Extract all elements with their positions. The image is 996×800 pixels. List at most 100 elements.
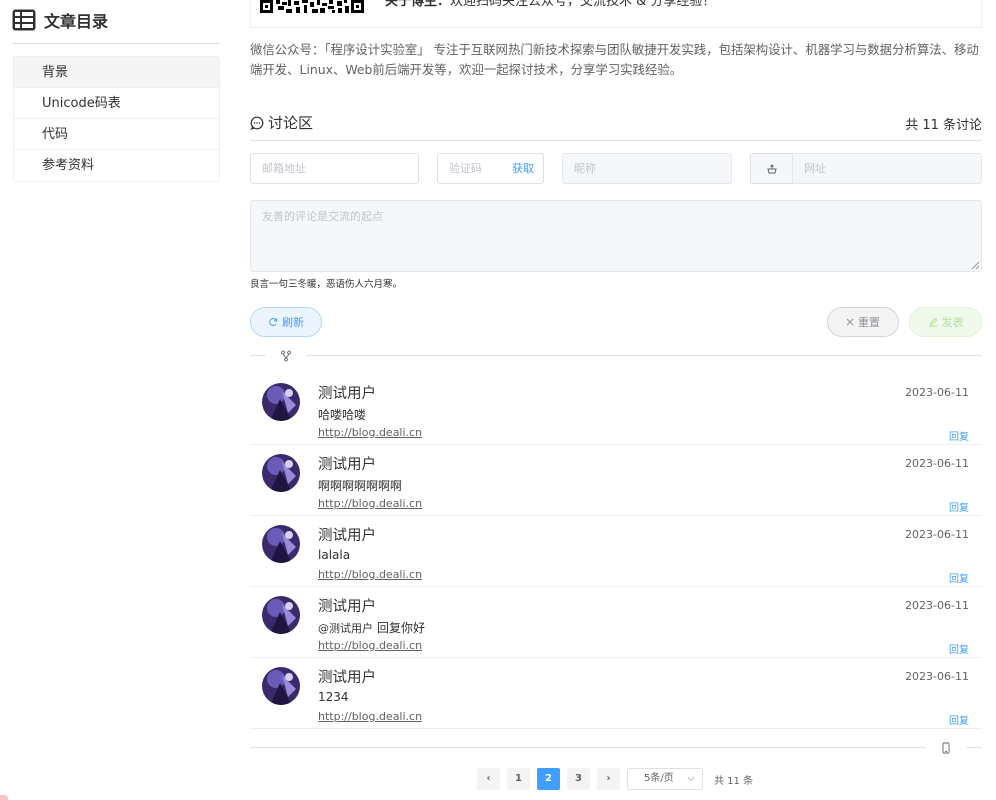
home-page-icon (766, 163, 777, 173)
next-page-button[interactable]: › (597, 768, 620, 790)
toc-item-background[interactable]: 背景 (14, 57, 219, 88)
edit-icon (928, 317, 937, 327)
pagination-divider-left (250, 747, 926, 748)
pagination-total: 共 11 条 (714, 775, 754, 787)
comment-text: 1234 (318, 690, 349, 704)
comment-author: 测试用户 (318, 528, 376, 544)
comment-content: 1234 (318, 690, 349, 704)
comment-author: 测试用户 (318, 386, 376, 402)
post-label: 发表 (941, 316, 964, 329)
comment-icon (250, 116, 264, 130)
toc-item-references[interactable]: 参考资料 (14, 150, 219, 181)
comment-content: 啊啊啊啊啊啊啊 (318, 479, 403, 493)
refresh-icon (269, 317, 277, 326)
avatar (262, 383, 300, 421)
comment-text: @测试用户 回复你好 (318, 619, 425, 636)
about-author-box: 关于博主：欢迎扫码关注公众号，交流技术 & 分享经验！ (250, 0, 982, 28)
about-author-label: 关于博主： (385, 0, 451, 9)
avatar (262, 596, 300, 634)
refresh-button[interactable]: 刷新 (250, 307, 322, 337)
corner-badge (0, 795, 8, 800)
email-placeholder: 邮箱地址 (262, 162, 306, 175)
pagination: ‹ 1 2 3 › 5条/页 共 11 条 (477, 768, 753, 790)
toc-item-unicode-table[interactable]: Unicode码表 (14, 88, 219, 119)
refresh-label: 刷新 (282, 316, 304, 329)
about-author-text: 关于博主：欢迎扫码关注公众号，交流技术 & 分享经验！ (385, 0, 715, 12)
avatar-image (262, 383, 300, 421)
toc-item-code[interactable]: 代码 (14, 119, 219, 150)
reply-button[interactable]: 回复 (949, 428, 969, 443)
comment-content: lalala (318, 548, 351, 562)
avatar-image (262, 667, 300, 705)
comment-item: 测试用户 2023-06-11 啊啊啊啊啊啊啊 http://blog.deal… (250, 445, 982, 516)
reply-button[interactable]: 回复 (949, 712, 969, 727)
page-button-3[interactable]: 3 (567, 768, 590, 790)
reply-button[interactable]: 回复 (949, 499, 969, 514)
discussion-title: 讨论区 (250, 112, 313, 133)
avatar-image (262, 525, 300, 563)
about-author-message: 欢迎扫码关注公众号，交流技术 & 分享经验！ (450, 0, 716, 9)
comment-author-link[interactable]: http://blog.deali.cn (318, 497, 422, 510)
page-size-select[interactable]: 5条/页 (627, 768, 703, 790)
comment-author: 测试用户 (318, 457, 376, 473)
comment-author: 测试用户 (318, 599, 376, 615)
toc-header: 文章目录 (12, 8, 108, 32)
comment-author-link[interactable]: http://blog.deali.cn (318, 568, 422, 581)
discussion-header: 讨论区 共 11 条讨论 (250, 112, 982, 141)
comment-content: 哈喽哈喽 (318, 408, 367, 422)
comments-divider-right (306, 355, 982, 356)
discussion-count: 共 11 条讨论 (905, 118, 982, 133)
comment-author-link[interactable]: http://blog.deali.cn (318, 710, 422, 723)
get-code-button[interactable]: 获取 (512, 154, 534, 183)
comment-author: 测试用户 (318, 670, 376, 686)
toc-title: 文章目录 (44, 12, 109, 31)
comment-author-link[interactable]: http://blog.deali.cn (318, 426, 422, 439)
website-input[interactable]: 网址 (792, 153, 982, 184)
page-button-2[interactable]: 2 (537, 768, 560, 790)
resize-handle-icon[interactable] (971, 261, 979, 269)
url-prefix (750, 153, 792, 184)
comment-date: 2023-06-11 (905, 457, 969, 470)
page-size-value: 5条/页 (644, 773, 674, 784)
prev-page-button[interactable]: ‹ (477, 768, 500, 790)
page-button-1[interactable]: 1 (507, 768, 530, 790)
comment-tip: 良言一句三冬暖，恶语伤人六月寒。 (250, 279, 403, 290)
avatar (262, 525, 300, 563)
comment-author-link[interactable]: http://blog.deali.cn (318, 639, 422, 652)
table-list-icon (12, 9, 36, 31)
comment-textarea[interactable]: 友善的评论是交流的起点 (250, 200, 982, 272)
avatar-image (262, 454, 300, 492)
mobile-icon (942, 742, 950, 754)
comments-divider-left (250, 355, 266, 356)
toc-divider (12, 43, 220, 44)
post-button[interactable]: 发表 (909, 307, 982, 337)
branch-icon (281, 350, 291, 362)
reset-label: 重置 (858, 316, 880, 329)
chevron-down-icon (687, 776, 695, 782)
comment-date: 2023-06-11 (905, 528, 969, 541)
comment-item: 测试用户 2023-06-11 @测试用户 回复你好 http://blog.de… (250, 587, 982, 658)
qr-code-image (260, 0, 364, 19)
avatar (262, 454, 300, 492)
reply-button[interactable]: 回复 (949, 641, 969, 656)
verify-code-input[interactable]: 验证码 获取 (437, 153, 544, 184)
comment-content: 回复你好 (377, 621, 426, 635)
discussion-title-text: 讨论区 (268, 114, 314, 132)
wechat-intro: 微信公众号：「程序设计实验室」 专注于互联网热门新技术探索与团队敏捷开发实践，包… (250, 42, 979, 77)
toc-list: 背景 Unicode码表 代码 参考资料 (13, 56, 220, 182)
reply-button[interactable]: 回复 (949, 570, 969, 585)
comment-date: 2023-06-11 (905, 386, 969, 399)
comment-date: 2023-06-11 (905, 670, 969, 683)
avatar-image (262, 596, 300, 634)
comment-mention: @测试用户 (318, 622, 373, 635)
comment-text: lalala (318, 548, 350, 562)
pagination-divider-right (966, 747, 982, 748)
website-placeholder: 网址 (804, 162, 826, 175)
nickname-input[interactable]: 昵称 (562, 153, 732, 184)
avatar (262, 667, 300, 705)
comment-placeholder: 友善的评论是交流的起点 (262, 210, 383, 223)
nickname-placeholder: 昵称 (574, 162, 596, 175)
email-input[interactable]: 邮箱地址 (250, 153, 419, 184)
reset-button[interactable]: 重置 (827, 307, 899, 337)
comment-item: 测试用户 2023-06-11 lalala http://blog.deali… (250, 516, 982, 587)
